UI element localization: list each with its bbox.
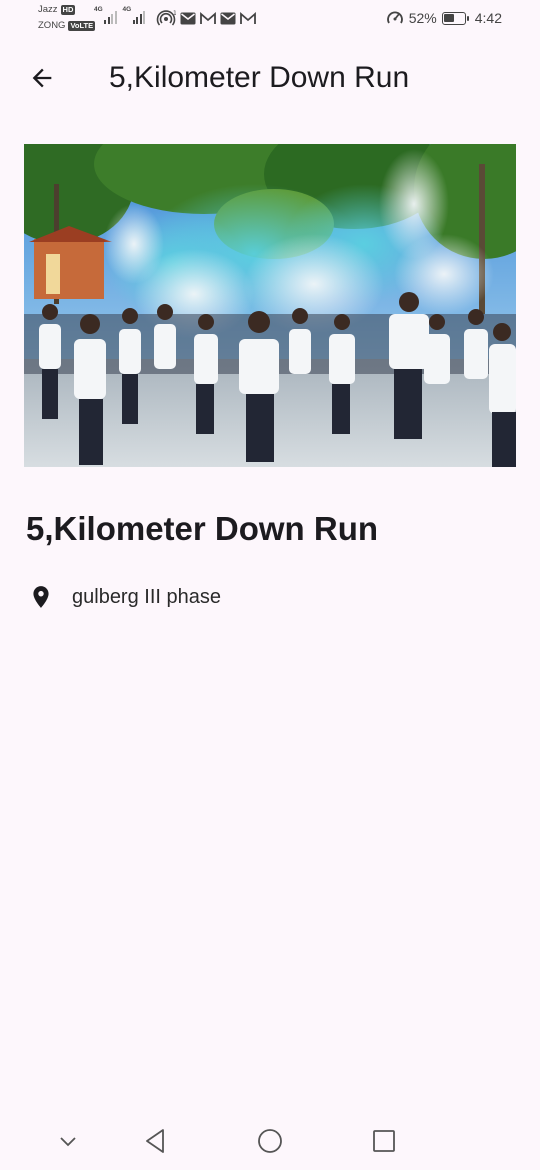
battery-fill (444, 14, 454, 22)
status-bar: Jazz HD ZONG VoLTE 4G 4G 1 52% 4:42 (0, 0, 540, 38)
location-pin-icon (33, 586, 49, 608)
battery-icon (441, 11, 469, 25)
carrier-2-name: ZONG (38, 20, 66, 31)
event-location: gulberg III phase (72, 586, 221, 608)
carrier-2: ZONG VoLTE (38, 20, 96, 31)
nav-home-button[interactable] (255, 1126, 285, 1156)
notification-icons: 1 (156, 9, 256, 27)
home-circle-icon (258, 1129, 282, 1153)
event-title: 5,Kilometer Down Run (26, 510, 379, 547)
carrier-1-tag: HD (60, 4, 76, 15)
system-nav-bar (0, 1112, 540, 1170)
signal-icon: 4G (94, 6, 117, 24)
event-detail-screen: Jazz HD ZONG VoLTE 4G 4G 1 52% 4:42 5,Ki… (0, 0, 540, 1170)
nav-hide-button[interactable] (53, 1126, 83, 1156)
carrier-1-name: Jazz (38, 4, 58, 15)
arrow-back-icon (32, 68, 52, 88)
chevron-down-icon (60, 1137, 76, 1147)
mail-icon (180, 12, 196, 24)
clock: 4:42 (474, 10, 502, 26)
event-photo (24, 144, 516, 467)
back-button[interactable] (22, 58, 62, 98)
mail-icon (220, 12, 236, 24)
carrier-2-tag: VoLTE (68, 20, 96, 31)
network-type-1: 4G (94, 6, 103, 13)
network-type-2: 4G (122, 6, 132, 13)
battery-percent: 52% (408, 10, 437, 26)
recents-square-icon (373, 1130, 395, 1152)
data-saver-icon (386, 11, 403, 24)
svg-text:1: 1 (173, 10, 176, 17)
signal-icon: 4G (122, 6, 145, 24)
event-image (24, 144, 516, 467)
app-bar: 5,Kilometer Down Run (0, 40, 540, 116)
gmail-icon (200, 11, 216, 24)
gmail-icon (240, 11, 256, 24)
location-row: gulberg III phase (28, 582, 221, 612)
back-triangle-icon (146, 1129, 164, 1153)
nav-recents-button[interactable] (369, 1126, 399, 1156)
app-bar-title: 5,Kilometer Down Run (109, 61, 410, 94)
signal-group: 4G 4G (94, 6, 145, 24)
carrier-1: Jazz HD (38, 4, 76, 15)
nav-back-button[interactable] (140, 1126, 170, 1156)
hotspot-icon: 1 (156, 10, 176, 26)
status-right: 52% 4:42 (386, 9, 502, 27)
